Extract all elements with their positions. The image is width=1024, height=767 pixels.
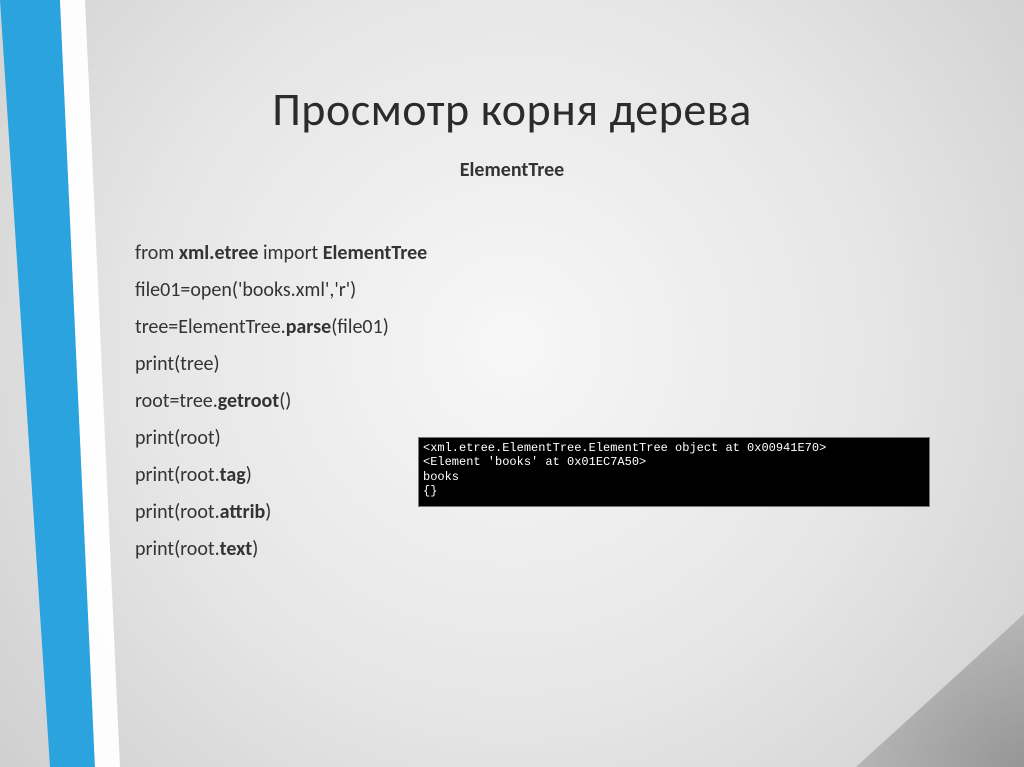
terminal-output: <xml.etree.ElementTree.ElementTree objec… — [418, 437, 930, 507]
slide-subtitle: ElementTree — [0, 158, 1024, 182]
code-block: from xml.etree import ElementTree file01… — [135, 235, 427, 568]
code-line-6: print(root) — [135, 420, 427, 457]
code-line-4: print(tree) — [135, 346, 427, 383]
code-line-3: tree=ElementTree.parse(file01) — [135, 309, 427, 346]
code-line-9: print(root.text) — [135, 531, 427, 568]
code-line-8: print(root.attrib) — [135, 494, 427, 531]
slide-title: Просмотр корня дерева — [0, 82, 1024, 138]
slide: Просмотр корня дерева ElementTree from x… — [0, 0, 1024, 767]
code-line-7: print(root.tag) — [135, 457, 427, 494]
code-line-1: from xml.etree import ElementTree — [135, 235, 427, 272]
code-line-2: file01=open('books.xml','r') — [135, 272, 427, 309]
code-line-5: root=tree.getroot() — [135, 383, 427, 420]
